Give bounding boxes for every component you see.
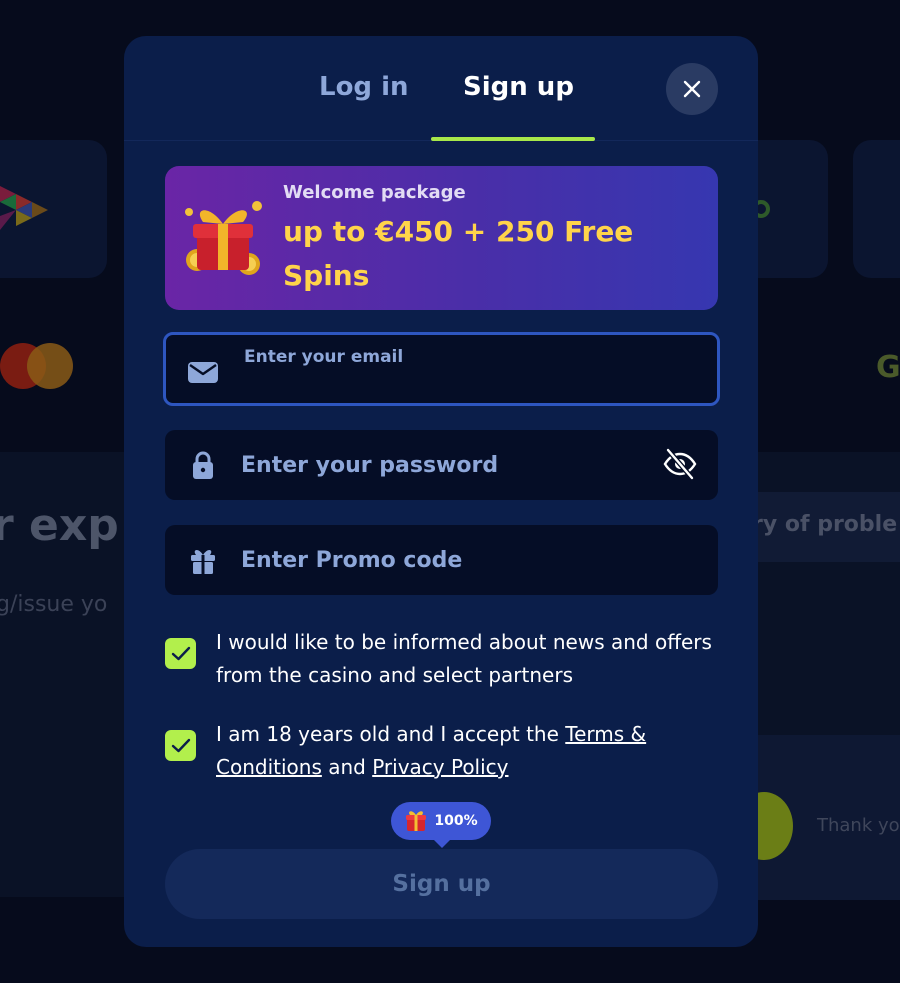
gift-icon xyxy=(185,201,262,275)
check-icon xyxy=(171,646,190,660)
check-icon xyxy=(171,738,190,752)
close-button[interactable] xyxy=(666,63,718,115)
active-tab-indicator xyxy=(431,137,595,141)
background-select-text: ry of proble xyxy=(752,512,898,537)
lock-icon xyxy=(193,451,213,479)
provider-logo xyxy=(0,186,48,230)
gift-icon xyxy=(406,811,427,831)
background-heading: r exp xyxy=(0,500,119,551)
promo-title: up to €450 + 250 Free Spins xyxy=(283,215,634,292)
bonus-badge: 100% xyxy=(391,802,491,848)
promo-code-field[interactable] xyxy=(165,525,718,595)
password-field[interactable] xyxy=(165,430,718,500)
news-consent-checkbox[interactable] xyxy=(165,638,196,669)
background-subtext: g/issue yo xyxy=(0,592,108,617)
sign-up-button[interactable]: Sign up xyxy=(165,849,718,919)
privacy-policy-link[interactable]: Privacy Policy xyxy=(372,755,508,779)
background-thanks-text: Thank yo xyxy=(817,815,900,836)
hide-password-icon[interactable] xyxy=(662,446,698,482)
mastercard-logo xyxy=(0,343,74,389)
auth-tabs: Log in Sign up xyxy=(124,36,758,141)
gift-icon xyxy=(191,550,215,574)
age-terms-checkbox[interactable] xyxy=(165,730,196,761)
age-text: I am 18 years old and I accept the xyxy=(216,722,566,746)
welcome-package-banner: Welcome package up to €450 + 250 Free Sp… xyxy=(165,166,718,310)
bonus-badge-text: 100% xyxy=(434,813,478,829)
age-terms-label: I am 18 years old and I accept the Terms… xyxy=(216,718,716,784)
tab-log-in[interactable]: Log in xyxy=(319,72,409,102)
close-icon xyxy=(683,80,701,98)
page: G r exp g/issue yo ry of proble Thank yo… xyxy=(0,0,900,983)
news-consent-label: I would like to be informed about news a… xyxy=(216,630,712,687)
google-logo: G xyxy=(876,350,900,385)
promo-code-input[interactable] xyxy=(241,525,661,595)
password-input[interactable] xyxy=(241,430,661,500)
email-field[interactable]: Enter your email xyxy=(163,332,720,406)
background-game-card xyxy=(853,140,900,278)
and-text: and xyxy=(321,755,373,779)
email-input[interactable] xyxy=(242,349,662,403)
promo-subtitle: Welcome package xyxy=(283,182,466,203)
envelope-icon xyxy=(188,362,218,383)
tab-sign-up[interactable]: Sign up xyxy=(463,72,574,102)
signup-modal: Log in Sign up Welcome package up to €45… xyxy=(124,36,758,947)
